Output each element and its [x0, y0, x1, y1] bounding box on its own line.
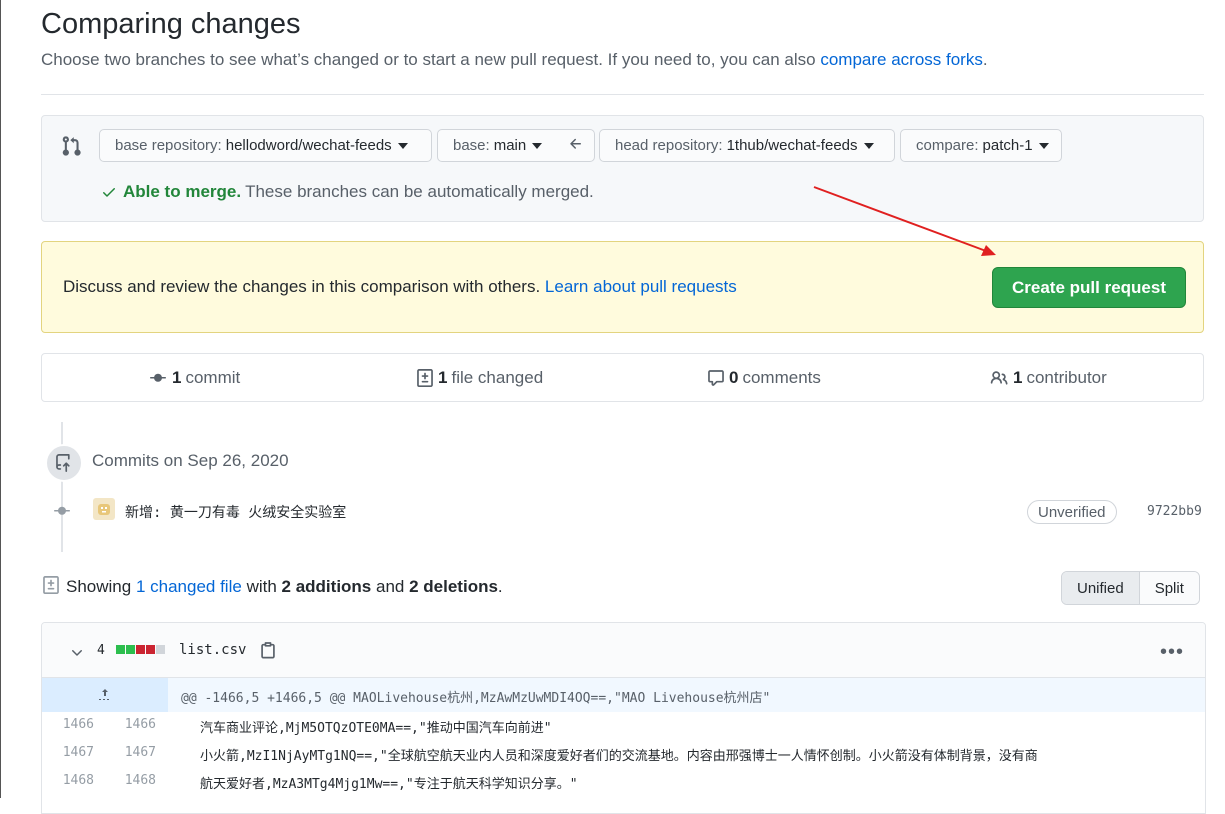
learn-about-pull-requests-link[interactable]: Learn about pull requests: [545, 277, 737, 296]
merge-status-label: Able to merge.: [123, 182, 242, 201]
line-content: 汽车商业评论,MjM5OTQzOTE0MA==,"推动中国汽车向前进": [200, 721, 552, 736]
changed-files-link[interactable]: 1 changed file: [136, 577, 242, 596]
chevron-down-icon[interactable]: [69, 644, 85, 660]
file-name-link[interactable]: list.csv: [179, 642, 246, 658]
base-branch-label: base:: [453, 137, 490, 154]
split-view-button[interactable]: Split: [1139, 572, 1199, 604]
stat-files-changed[interactable]: 1 file changed: [416, 368, 543, 388]
diffstat-block: [126, 645, 135, 654]
new-line-number[interactable]: 1468: [102, 773, 156, 788]
expand-up-icon[interactable]: [42, 678, 168, 712]
subtitle-text: Choose two branches to see what’s change…: [41, 50, 816, 69]
compare-across-forks-link[interactable]: compare across forks: [820, 50, 983, 69]
base-repository-label: base repository:: [115, 137, 222, 154]
diff-line: 1467 1467 小火箭,MzI1NjAyMTg1NQ==,"全球航空航天业内…: [42, 740, 1205, 768]
old-line-number[interactable]: 1466: [42, 717, 94, 732]
comparison-stats: 1 commit 1 file changed 0 comments 1 con…: [41, 353, 1204, 402]
stat-commits[interactable]: 1 commit: [148, 368, 240, 388]
comment-icon: [708, 370, 724, 386]
file-diff-icon: [43, 576, 59, 594]
summary-prefix: Showing: [66, 577, 132, 596]
chevron-down-icon: [863, 142, 874, 149]
unified-view-button[interactable]: Unified: [1062, 572, 1140, 604]
flash-text: Discuss and review the changes in this c…: [63, 277, 541, 296]
base-repository-select[interactable]: base repository: hellodword/wechat-feeds: [99, 129, 432, 162]
new-line-number[interactable]: 1466: [102, 717, 156, 732]
flash-message: Discuss and review the changes in this c…: [63, 277, 737, 297]
diffstat-block: [146, 645, 155, 654]
compare-branch-select[interactable]: compare: patch-1: [900, 129, 1062, 162]
commits-label: commit: [185, 368, 241, 387]
commit-sha-link[interactable]: 9722bb9: [1147, 504, 1202, 519]
page-title: Comparing changes: [41, 8, 301, 40]
diffstat-bar: [116, 645, 165, 654]
contributors-label: contributor: [1026, 368, 1107, 387]
merge-status: Able to merge. These branches can be aut…: [101, 182, 594, 202]
comments-count: 0: [729, 368, 739, 387]
summary-and: and: [376, 577, 405, 596]
compare-branch-label: compare:: [916, 137, 979, 154]
commits-date-heading: Commits on Sep 26, 2020: [92, 451, 289, 470]
commits-count: 1: [172, 368, 182, 387]
files-count: 1: [438, 368, 448, 387]
comments-label: comments: [742, 368, 821, 387]
head-repository-label: head repository:: [615, 137, 723, 154]
line-content: 小火箭,MzI1NjAyMTg1NQ==,"全球航空航天业内人员和深度爱好者们的…: [200, 749, 1038, 764]
window-edge: [0, 0, 1, 798]
line-content: 航天爱好者,MzA3MTg4Mjg1Mw==,"专注于航天科学知识分享。": [200, 777, 578, 792]
base-repository-value: hellodword/wechat-feeds: [225, 137, 392, 154]
new-line-number[interactable]: 1467: [102, 745, 156, 760]
timeline-line: [61, 422, 63, 552]
range-editor: base repository: hellodword/wechat-feeds…: [41, 115, 1204, 222]
compare-branch-value: patch-1: [982, 137, 1033, 154]
stat-comments[interactable]: 0 comments: [707, 368, 821, 388]
old-line-number[interactable]: 1468: [42, 773, 94, 788]
old-line-number[interactable]: 1467: [42, 745, 94, 760]
commit-message-link[interactable]: 新增: 黄一刀有毒 火绒安全实验室: [125, 502, 346, 522]
files-label: file changed: [451, 368, 544, 387]
file-diff-icon: [417, 369, 433, 387]
clipboard-icon[interactable]: [259, 640, 277, 660]
hunk-header: @@ -1466,5 +1466,5 @@ MAOLivehouse杭州,MzA…: [42, 678, 1205, 712]
git-commit-icon: [150, 373, 166, 382]
pull-request-flash: Discuss and review the changes in this c…: [41, 241, 1204, 333]
diff-view-toggle: Unified Split: [1061, 571, 1200, 605]
additions-count: 2 additions: [281, 577, 372, 596]
arrow-left-icon: [570, 138, 581, 149]
stat-contributors[interactable]: 1 contributor: [989, 368, 1107, 388]
base-branch-value: main: [493, 137, 527, 154]
git-commit-icon: [54, 506, 70, 515]
check-icon: [103, 188, 115, 197]
head-repository-value: 1thub/wechat-feeds: [726, 137, 858, 154]
diff-line: 1466 1466 汽车商业评论,MjM5OTQzOTE0MA==,"推动中国汽…: [42, 712, 1205, 740]
merge-status-detail: These branches can be automatically merg…: [245, 182, 594, 201]
head-repository-select[interactable]: head repository: 1thub/wechat-feeds: [599, 129, 895, 162]
contributors-count: 1: [1013, 368, 1023, 387]
summary-with: with: [246, 577, 277, 596]
subtitle-period: .: [982, 50, 988, 69]
page-subtitle: Choose two branches to see what’s change…: [41, 50, 988, 70]
deletions-count: 2 deletions: [409, 577, 498, 596]
file-changes-count: 4: [97, 643, 105, 658]
verification-badge[interactable]: Unverified: [1027, 500, 1117, 524]
diffstat-block: [136, 645, 145, 654]
chevron-down-icon: [1038, 142, 1049, 149]
diff-line: 1468 1468 航天爱好者,MzA3MTg4Mjg1Mw==,"专注于航天科…: [42, 768, 1205, 796]
divider: [41, 94, 1204, 95]
create-pull-request-button[interactable]: Create pull request: [992, 267, 1186, 308]
people-icon: [990, 371, 1008, 385]
diffstat-block: [156, 645, 165, 654]
chevron-down-icon: [397, 142, 408, 149]
chevron-down-icon: [532, 142, 543, 149]
diff-summary: Showing 1 changed file with 2 additions …: [66, 577, 503, 597]
repo-push-icon: [45, 444, 83, 482]
file-header: 4 list.csv •••: [42, 623, 1205, 678]
file-diff: 4 list.csv ••• @@ -1466,5 +1466,5 @@ MAO…: [41, 622, 1206, 814]
kebab-horizontal-icon[interactable]: •••: [1160, 641, 1184, 664]
summary-period: .: [497, 577, 503, 596]
hunk-header-text: @@ -1466,5 +1466,5 @@ MAOLivehouse杭州,MzA…: [181, 691, 771, 706]
compare-arrows-icon[interactable]: [60, 135, 82, 157]
diffstat-block: [116, 645, 125, 654]
avatar[interactable]: [93, 498, 115, 520]
